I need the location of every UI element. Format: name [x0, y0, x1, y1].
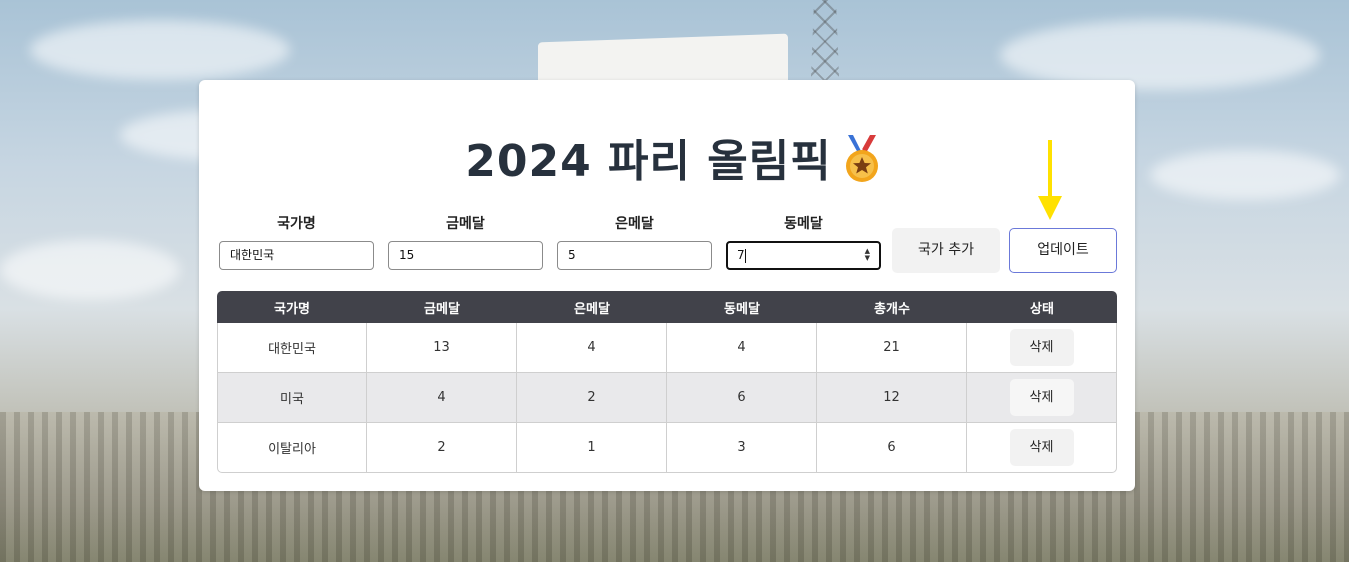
cell-silver: 2: [517, 373, 667, 423]
table-row: 미국 4 2 6 12 삭제: [217, 373, 1117, 423]
cell-gold: 13: [367, 323, 517, 373]
cell-action: 삭제: [967, 373, 1117, 423]
medal-table: 국가명 금메달 은메달 동메달 총개수 상태 대한민국 13 4 4 21 삭제…: [217, 291, 1117, 473]
country-name-value: 대한민국: [230, 248, 275, 262]
update-button[interactable]: 업데이트: [1009, 228, 1117, 273]
cell-silver: 4: [517, 323, 667, 373]
cell-total: 21: [817, 323, 967, 373]
gold-value: 15: [399, 248, 415, 262]
cell-action: 삭제: [967, 423, 1117, 473]
column-header-bronze: 동메달: [667, 291, 817, 323]
number-spinner[interactable]: ▲ ▼: [865, 248, 870, 262]
country-name-label: 국가명: [277, 216, 316, 232]
column-header-status: 상태: [967, 291, 1117, 323]
delete-button[interactable]: 삭제: [1009, 329, 1074, 366]
delete-button[interactable]: 삭제: [1009, 429, 1074, 466]
cell-country: 이탈리아: [217, 423, 367, 473]
table-header-row: 국가명 금메달 은메달 동메달 총개수 상태: [217, 291, 1117, 323]
column-header-gold: 금메달: [367, 291, 517, 323]
column-header-total: 총개수: [817, 291, 967, 323]
bronze-input[interactable]: 7 ▲ ▼: [726, 241, 881, 270]
page-title-text: 2024 파리 올림픽: [465, 136, 832, 187]
cell-country: 미국: [217, 373, 367, 423]
bronze-value: 7: [737, 248, 745, 262]
country-name-input[interactable]: 대한민국: [219, 241, 374, 270]
silver-value: 5: [568, 248, 576, 262]
cell-gold: 2: [367, 423, 517, 473]
cell-action: 삭제: [967, 323, 1117, 373]
cell-total: 6: [817, 423, 967, 473]
silver-label: 은메달: [615, 216, 654, 232]
cell-silver: 1: [517, 423, 667, 473]
page-title: 2024 파리 올림픽: [0, 125, 1349, 196]
medal-icon: [840, 133, 884, 196]
silver-input[interactable]: 5: [557, 241, 712, 270]
cell-bronze: 6: [667, 373, 817, 423]
cell-total: 12: [817, 373, 967, 423]
cell-country: 대한민국: [217, 323, 367, 373]
gold-input[interactable]: 15: [388, 241, 543, 270]
cell-bronze: 3: [667, 423, 817, 473]
add-country-button[interactable]: 국가 추가: [892, 228, 1000, 273]
bronze-label: 동메달: [784, 216, 823, 232]
column-header-silver: 은메달: [517, 291, 667, 323]
arrow-down-icon: [1038, 140, 1062, 226]
table-row: 대한민국 13 4 4 21 삭제: [217, 323, 1117, 373]
column-header-country: 국가명: [217, 291, 367, 323]
cell-gold: 4: [367, 373, 517, 423]
delete-button[interactable]: 삭제: [1009, 379, 1074, 416]
table-row: 이탈리아 2 1 3 6 삭제: [217, 423, 1117, 473]
cell-bronze: 4: [667, 323, 817, 373]
gold-label: 금메달: [446, 216, 485, 232]
